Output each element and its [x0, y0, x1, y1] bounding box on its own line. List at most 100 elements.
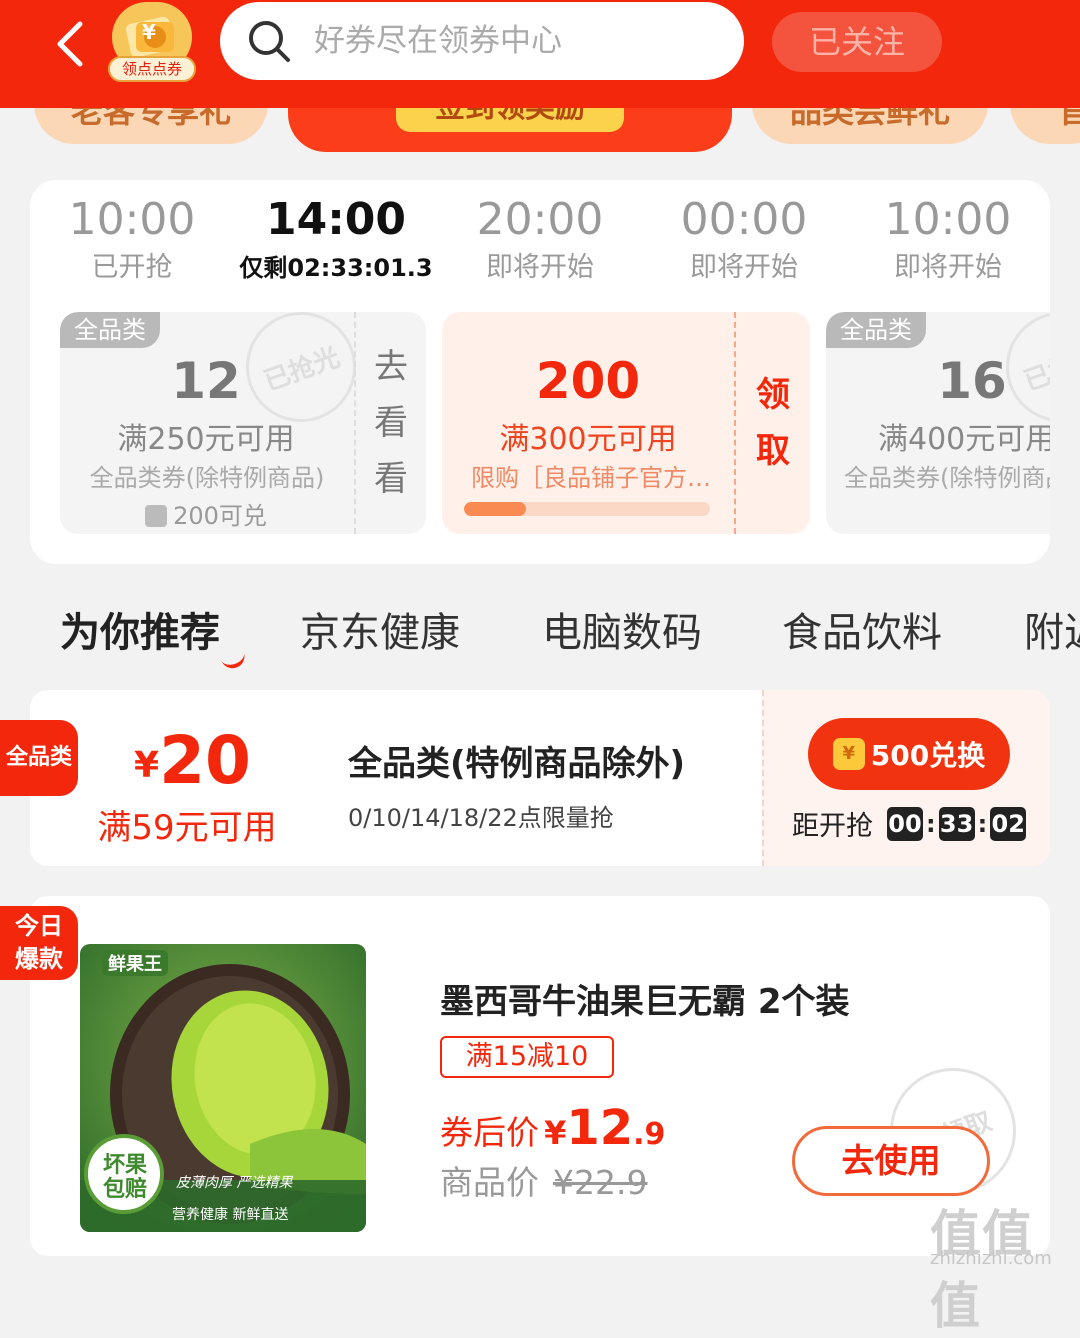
badge-line: 坏果 [102, 1153, 147, 1178]
category-tag: 全品类 [826, 312, 926, 348]
price-integer: 12 [566, 1100, 634, 1156]
currency-symbol: ¥ [134, 745, 160, 786]
use-coupon-button[interactable]: 去使用 [792, 1126, 990, 1196]
countdown-separator: : [977, 809, 988, 838]
coupon-points-badge[interactable]: ¥ 领点点券 [108, 2, 196, 84]
price-label: 商品价 [440, 1163, 539, 1202]
after-coupon-price: 券后价 ¥12.9 [440, 1100, 665, 1156]
strike-price: ¥22.9 [553, 1163, 648, 1202]
coupon-points: 200可兑 [60, 496, 352, 531]
slot-time: 10:00 [68, 194, 196, 245]
search-icon [249, 21, 290, 62]
claim-progress-fill [464, 502, 526, 516]
slot-time: 10:00 [884, 194, 1012, 245]
watermark-url: zhizhizhi.com [930, 1248, 1052, 1269]
slot-coupon-hot[interactable]: 200 满300元可用 限购［良品铺子官方… 领 取 [442, 312, 810, 534]
badge-line: 包赔 [102, 1177, 147, 1202]
tag-line: 今日 [15, 912, 63, 940]
time-slot[interactable]: 00:00 即将开始 [644, 194, 844, 288]
slot-status: 即将开始 [690, 252, 798, 283]
product-title[interactable]: 墨西哥牛油果巨无霸 2个装 [440, 974, 850, 1023]
time-slot[interactable]: 10:00 即将开始 [848, 194, 1048, 288]
back-button[interactable] [40, 14, 100, 74]
slot-time: 14:00 [265, 194, 407, 245]
slot-coupon[interactable]: 全品类 已抢光 16 满400元可用 全品类券(除特例商品) [826, 312, 1050, 534]
tab-food-drinks[interactable]: 食品饮料 [782, 600, 942, 658]
claim-progress-bar [464, 502, 710, 516]
countdown-separator: : [926, 809, 936, 838]
exchange-panel: ¥ 500兑换 距开抢 00 : 33 : 02 [762, 690, 1050, 866]
exchange-coupon[interactable]: ¥20 满59元可用 全品类(特例商品除外) 0/10/14/18/22点限量抢… [30, 690, 1050, 866]
follow-button[interactable]: 已关注 [772, 12, 942, 72]
start-countdown: 距开抢 00 : 33 : 02 [792, 804, 1028, 843]
coupon-amount: 12 [171, 352, 241, 410]
time-slot[interactable]: 10:00 已开抢 [32, 194, 232, 288]
currency-symbol: ¥ [544, 1114, 567, 1152]
top-bar: ¥ 领点点券 已关注 [0, 0, 1080, 108]
coupon-condition: 满59元可用 [97, 808, 277, 848]
coupon-condition: 满250元可用 [117, 422, 295, 457]
points-label: 200可兑 [173, 502, 267, 530]
slot-time: 20:00 [476, 194, 604, 245]
action-char: 看 [374, 403, 408, 443]
coupon-amount: 200 [535, 352, 641, 410]
exchange-button[interactable]: ¥ 500兑换 [808, 718, 1010, 790]
image-caption: 营养健康 新鲜直送 [172, 1207, 289, 1223]
slot-coupon[interactable]: 全品类 已抢光 12 满250元可用 全品类券(除特例商品) 200可兑 去 看… [60, 312, 426, 534]
coupon-title: 全品类(特例商品除外) [348, 744, 686, 784]
coin-icon [145, 505, 168, 527]
amount-value: 20 [159, 722, 251, 799]
tag-line: 爆款 [15, 945, 63, 973]
search-input[interactable] [314, 23, 734, 59]
tab-computers[interactable]: 电脑数码 [542, 600, 702, 658]
time-slot[interactable]: 20:00 即将开始 [440, 194, 640, 288]
category-side-tag: 全品类 [0, 720, 78, 796]
price-label: 券后价 [440, 1113, 539, 1152]
countdown-minutes: 33 [938, 806, 975, 841]
countdown-hours: 00 [887, 806, 923, 841]
search-bar[interactable] [220, 2, 744, 80]
coupon-description: 全品类券(除特例商品) [844, 464, 1050, 492]
category-tag: 全品类 [60, 312, 160, 348]
tab-nearby[interactable]: 附近 [1024, 600, 1080, 658]
slot-status: 即将开始 [894, 252, 1002, 283]
action-char: 看 [374, 459, 408, 499]
badge-label: 领点点券 [108, 56, 196, 82]
product-image[interactable]: 鲜果王 坏果 包赔 皮薄肉厚 严选精果 营养健康 新鲜直送 [80, 944, 366, 1232]
badge-symbol: ¥ [142, 20, 156, 44]
flash-coupon-card: 10:00 已开抢 14:00 仅剩02:33:01.3 20:00 即将开始 … [30, 180, 1050, 564]
image-caption: 皮薄肉厚 严选精果 [176, 1175, 293, 1191]
action-char: 领 [756, 375, 790, 415]
coin-icon: ¥ [832, 738, 865, 770]
price-decimal: .9 [633, 1117, 666, 1152]
action-char: 去 [374, 347, 408, 387]
tab-jd-health[interactable]: 京东健康 [300, 600, 460, 658]
coupon-schedule: 0/10/14/18/22点限量抢 [348, 804, 614, 832]
tab-active-indicator [220, 650, 248, 672]
time-slot-active[interactable]: 14:00 仅剩02:33:01.3 [236, 194, 436, 288]
coupon-description: 限购［良品铺子官方… [471, 464, 711, 492]
guarantee-badge: 坏果 包赔 [96, 1154, 154, 1202]
coupon-amount: 16 [937, 352, 1007, 410]
original-price: 商品价 ¥22.9 [440, 1156, 647, 1204]
chevron-left-icon [57, 21, 83, 67]
coupon-description: 全品类券(除特例商品) [89, 464, 325, 492]
coupon-condition: 满300元可用 [499, 422, 677, 457]
tab-recommended[interactable]: 为你推荐 [60, 600, 220, 658]
slot-status: 已开抢 [91, 252, 173, 283]
brand-logo: 鲜果王 [102, 950, 168, 976]
coupon-condition: 满400元可用 [878, 422, 1050, 457]
action-char: 取 [756, 431, 790, 471]
category-tabs: 为你推荐 京东健康 电脑数码 食品饮料 附近 [0, 596, 1080, 676]
coupon-amount: ¥20 [134, 722, 251, 799]
slot-status: 仅剩02:33:01.3 [239, 254, 433, 282]
slot-time: 00:00 [680, 194, 808, 245]
claim-button[interactable]: 领 取 [734, 312, 810, 534]
countdown-label: 距开抢 [792, 811, 873, 842]
countdown-seconds: 02 [990, 806, 1027, 841]
go-look-button[interactable]: 去 看 看 [354, 312, 426, 534]
slot-status: 即将开始 [486, 252, 594, 283]
promo-badge: 满15减10 [440, 1036, 614, 1078]
product-card[interactable]: 鲜果王 坏果 包赔 皮薄肉厚 严选精果 营养健康 新鲜直送 墨西哥牛油果巨无霸 … [30, 896, 1050, 1256]
hot-today-tag: 今日 爆款 [0, 906, 78, 980]
